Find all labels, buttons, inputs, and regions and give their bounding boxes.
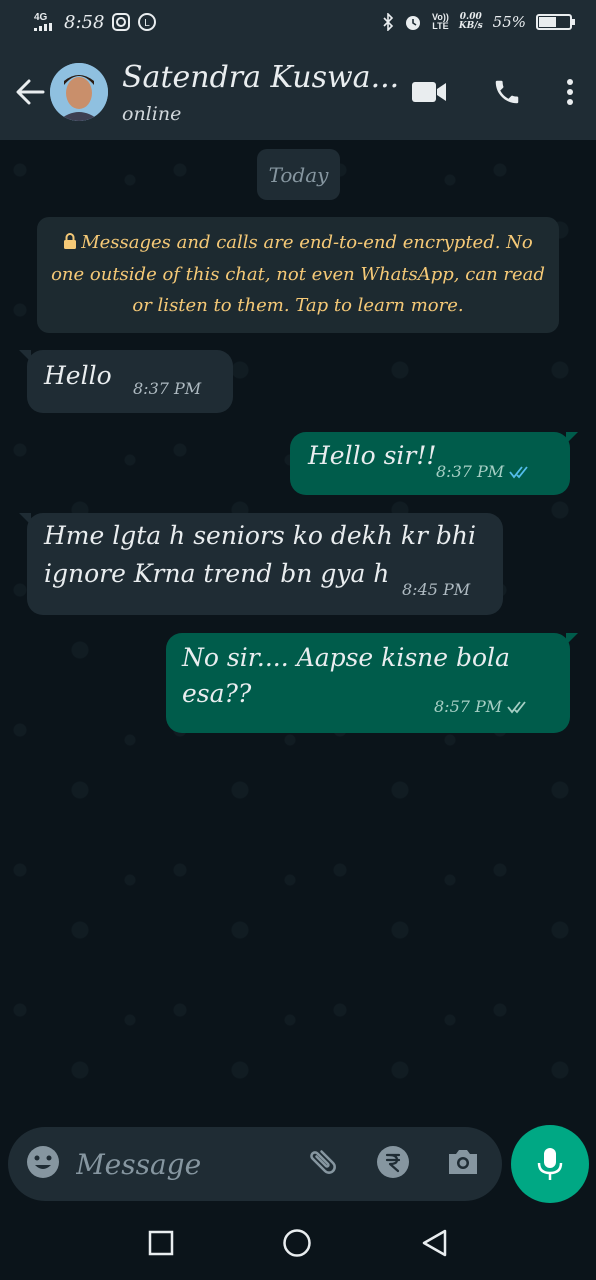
square-icon <box>148 1230 174 1256</box>
message-meta: 8:37 PM <box>436 462 533 481</box>
message-time: 8:45 PM <box>402 580 471 599</box>
message-bubble-outgoing[interactable]: Hello sir!! 8:37 PM <box>290 432 578 495</box>
bluetooth-icon <box>383 13 394 31</box>
rupee-icon <box>377 1146 409 1178</box>
message-text-line-2: ignore Krna trend bn gya h <box>44 559 390 588</box>
message-time: 8:37 PM <box>436 462 505 481</box>
clock: 8:58 <box>64 11 105 33</box>
triangle-back-icon <box>422 1229 447 1257</box>
more-options-button[interactable] <box>566 78 574 106</box>
more-options-icon <box>567 79 573 105</box>
emoji-button[interactable] <box>26 1145 60 1183</box>
delivered-ticks-icon <box>507 700 526 713</box>
alarm-icon <box>406 16 421 30</box>
network-type: 4G <box>34 12 48 23</box>
network-speed: 0.00 KB/s <box>458 12 483 31</box>
message-text: Hello sir!! <box>308 441 437 470</box>
avatar[interactable] <box>50 63 108 121</box>
chat-area[interactable]: Today Messages and calls are end-to-end … <box>0 140 596 1120</box>
payment-button[interactable] <box>376 1145 410 1183</box>
video-call-icon <box>412 82 446 102</box>
notification-app-icon: L <box>138 13 157 31</box>
message-composer <box>8 1127 502 1201</box>
battery-percentage: 55% <box>492 13 526 31</box>
avatar-image <box>50 63 108 121</box>
volte-indicator: Vo)) LTE <box>432 12 449 31</box>
voice-call-button[interactable] <box>492 77 522 107</box>
lock-icon <box>63 228 77 259</box>
message-bubble-incoming[interactable]: Hme lgta h seniors ko dekh kr bhi ignore… <box>19 513 503 615</box>
message-bubble-outgoing[interactable]: No sir.... Aapse kisne bola esa?? 8:57 P… <box>166 633 578 733</box>
voice-message-button[interactable] <box>511 1125 589 1203</box>
contact-name: Satendra Kuswa... <box>122 60 400 95</box>
attach-button[interactable] <box>306 1145 340 1183</box>
message-bubble-incoming[interactable]: Hello 8:37 PM <box>19 350 233 413</box>
read-ticks-icon <box>509 465 528 478</box>
recents-button[interactable] <box>148 1230 174 1260</box>
circle-icon <box>283 1229 311 1257</box>
camera-button[interactable] <box>446 1147 480 1181</box>
message-time: 8:57 PM <box>434 697 503 716</box>
message-input[interactable] <box>76 1147 276 1181</box>
contact-status: online <box>122 103 182 125</box>
chat-header: Satendra Kuswa... online <box>0 44 596 140</box>
encryption-notice-text: Messages and calls are end-to-end encryp… <box>51 232 545 316</box>
svg-text:L: L <box>145 18 151 29</box>
back-nav-button[interactable] <box>420 1228 448 1262</box>
instagram-icon <box>112 13 131 31</box>
message-meta: 8:57 PM <box>434 697 531 716</box>
message-text: Hello <box>44 361 112 390</box>
microphone-icon <box>537 1148 563 1180</box>
battery-level <box>539 17 556 27</box>
voice-call-icon <box>495 80 519 104</box>
message-text-line-1: Hme lgta h seniors ko dekh kr bhi <box>44 521 476 550</box>
status-bar: 4G 8:58 L Vo)) LTE 0.00 KB/s 55% <box>0 0 596 44</box>
encryption-notice[interactable]: Messages and calls are end-to-end encryp… <box>37 217 559 333</box>
system-nav-bar <box>0 1210 596 1280</box>
back-arrow-icon <box>16 79 45 105</box>
date-chip: Today <box>257 149 340 200</box>
home-button[interactable] <box>282 1228 312 1262</box>
message-time: 8:37 PM <box>133 379 202 398</box>
back-button[interactable] <box>10 67 50 117</box>
battery-icon <box>536 14 575 30</box>
signal-indicator: 4G <box>34 13 56 31</box>
paperclip-icon <box>310 1150 336 1174</box>
camera-icon <box>449 1150 477 1174</box>
emoji-icon <box>27 1146 59 1178</box>
video-call-button[interactable] <box>412 80 448 104</box>
signal-bars-icon <box>34 23 52 31</box>
contact-info[interactable]: Satendra Kuswa... online <box>122 59 399 125</box>
